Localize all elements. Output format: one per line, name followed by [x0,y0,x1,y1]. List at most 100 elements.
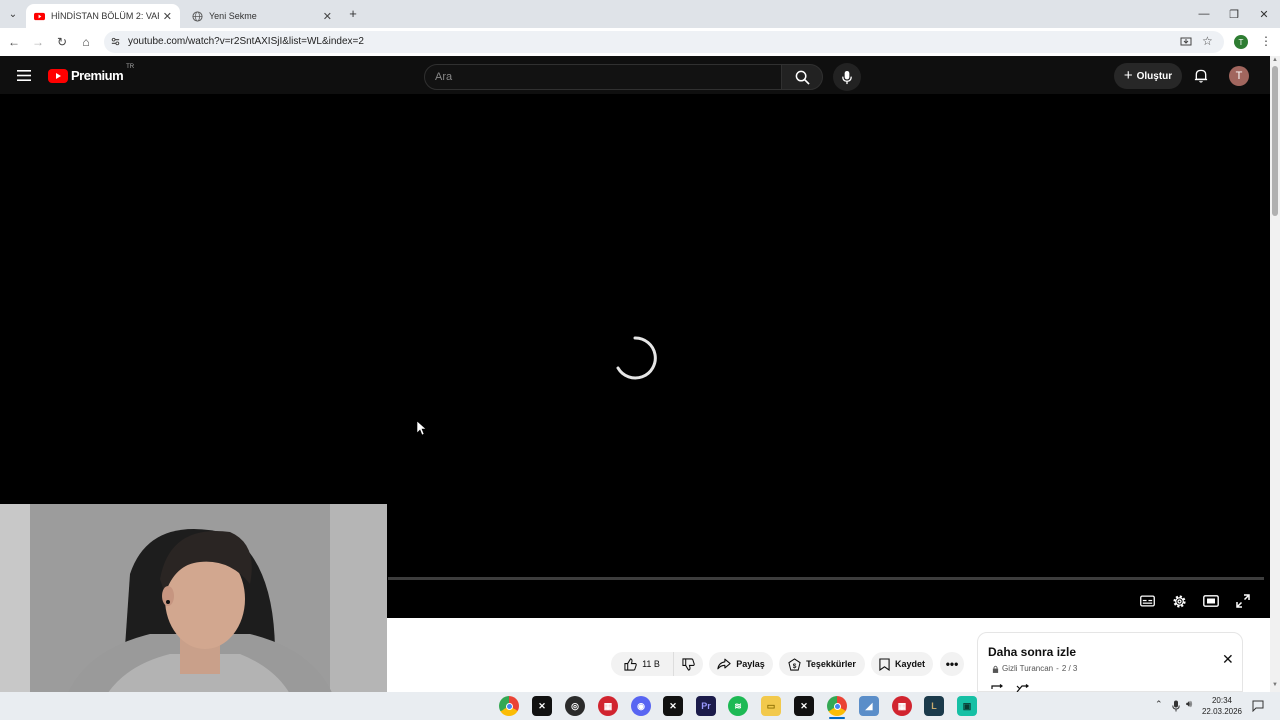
premiere-taskbar-icon[interactable]: Pr [696,696,716,716]
file-explorer-taskbar-icon[interactable]: ▭ [761,696,781,716]
tray-microphone-icon[interactable] [1172,700,1180,712]
logo-text: Premium [71,68,124,83]
search-button[interactable] [781,64,823,90]
back-icon[interactable]: ← [4,32,24,52]
video-actions-area: 11 B Paylaş $ Teşekkürler Kaydet ••• Dah… [387,618,1270,693]
tab-youtube[interactable]: HİNDİSTAN BÖLÜM 2: VARANA ✕ [26,4,180,28]
new-tab-button[interactable]: + [345,6,361,22]
webcam-person-image [0,504,387,720]
windows-taskbar: ✕ ◎ ▦ ◉ ✕ Pr ≋ ▭ ✕ ◢ ▦ L ▣ ⌃ 🔊︎ 20:34 22… [0,692,1280,720]
bookmark-star-icon[interactable]: ☆ [1202,34,1213,48]
search-placeholder: Ara [435,71,453,83]
notification-center-icon[interactable] [1252,700,1264,712]
window-close-icon[interactable]: ✕ [1248,0,1280,28]
theater-mode-icon [1203,595,1219,607]
playlist-owner[interactable]: Gizli Turancan [1002,664,1053,673]
browser-menu-icon[interactable]: ⋮ [1260,34,1272,48]
share-button[interactable]: Paylaş [709,652,773,676]
save-label: Kaydet [894,659,925,669]
taskbar-clock[interactable]: 20:34 22.03.2026 [1196,695,1248,717]
tray-overflow-icon[interactable]: ⌃ [1155,699,1163,710]
settings-button[interactable] [1168,590,1190,612]
minimize-icon[interactable]: — [1188,0,1220,28]
url-text: youtube.com/watch?v=r2SntAXISjI&list=WL&… [128,36,364,47]
obs-taskbar-icon[interactable]: ◎ [565,696,585,716]
create-label: Oluştur [1136,70,1173,82]
discord-taskbar-icon[interactable]: ◉ [631,696,651,716]
playlist-title: Daha sonra izle [988,645,1077,659]
create-button[interactable]: + Oluştur [1114,63,1182,89]
close-icon[interactable]: ✕ [323,10,332,23]
youtube-logo-icon [48,68,68,83]
close-icon[interactable]: ✕ [1222,651,1234,668]
globe-icon [192,10,203,22]
lock-icon [992,665,999,673]
site-info-icon[interactable] [110,36,121,47]
scroll-up-arrow-icon[interactable]: ▲ [1272,57,1278,63]
share-icon [717,658,731,670]
mouse-cursor-icon [417,421,426,435]
close-icon[interactable]: ✕ [163,10,172,23]
youtube-premium-logo[interactable]: Premium TR [48,64,134,83]
save-bookmark-icon [879,657,890,671]
browser-toolbar: ← → ↻ ⌂ youtube.com/watch?v=r2SntAXISjI&… [0,28,1280,56]
search-input[interactable]: Ara [424,64,782,90]
theater-mode-button[interactable] [1200,590,1222,612]
more-actions-button[interactable]: ••• [940,652,964,676]
like-button[interactable]: 11 B [611,652,673,676]
voice-search-button[interactable] [833,63,861,91]
youtube-masthead: Premium TR Ara + Oluştur T [0,56,1270,94]
spotify-taskbar-icon[interactable]: ≋ [728,696,748,716]
video-progress-bar[interactable] [388,577,1264,580]
clock-date: 22.03.2026 [1201,707,1243,716]
chrome-taskbar-icon[interactable] [499,696,519,716]
playlist-position: 2 / 3 [1061,664,1078,673]
subtitles-button[interactable] [1136,590,1158,612]
more-horizontal-icon: ••• [945,657,959,671]
tab-search-button[interactable]: ⌄ [4,6,22,22]
profile-letter: T [1238,37,1244,47]
account-avatar[interactable]: T [1229,66,1249,86]
gear-icon [1172,594,1186,608]
chrome-active-taskbar-icon[interactable] [827,696,847,716]
share-label: Paylaş [736,659,765,669]
thumbs-up-icon [624,657,637,671]
notifications-bell-icon[interactable] [1194,68,1208,83]
clock-time: 20:34 [1211,696,1233,705]
youtube-favicon-icon [34,12,45,20]
scroll-down-arrow-icon[interactable]: ▼ [1272,682,1278,688]
hamburger-menu-icon[interactable] [17,70,31,81]
microphone-icon [842,70,852,84]
thanks-button[interactable]: $ Teşekkürler [779,652,865,676]
scrollbar-thumb[interactable] [1272,66,1278,216]
active-app-indicator [829,717,845,719]
logo-region: TR [126,64,135,70]
app-blue-taskbar-icon[interactable]: ◢ [859,696,879,716]
volume-icon[interactable]: 🔊︎ [1186,699,1192,710]
install-app-icon[interactable] [1180,36,1192,48]
capcut-3-taskbar-icon[interactable]: ✕ [794,696,814,716]
tab-title: Yeni Sekme [209,11,257,21]
home-icon[interactable]: ⌂ [76,32,96,52]
dislike-button[interactable] [673,652,703,676]
restore-icon[interactable]: ❐ [1218,0,1250,28]
tab-new-tab[interactable]: Yeni Sekme ✕ [184,4,340,28]
svg-text:$: $ [793,662,797,669]
league-taskbar-icon[interactable]: L [924,696,944,716]
like-count: 11 B [642,659,660,669]
page-scrollbar[interactable]: ▲ ▼ [1270,56,1280,692]
fullscreen-button[interactable] [1232,590,1254,612]
forward-icon[interactable]: → [28,32,48,52]
reload-icon[interactable]: ↻ [52,32,72,52]
capcut-2-taskbar-icon[interactable]: ✕ [663,696,683,716]
loading-spinner-icon [616,336,657,380]
app-red-2-taskbar-icon[interactable]: ▦ [892,696,912,716]
address-bar[interactable]: youtube.com/watch?v=r2SntAXISjI&list=WL&… [104,31,1224,53]
profile-avatar[interactable]: T [1234,35,1248,49]
subtitles-icon [1139,595,1155,607]
capcut-taskbar-icon[interactable]: ✕ [532,696,552,716]
thumbs-down-icon [682,657,695,671]
save-button[interactable]: Kaydet [871,652,933,676]
app-red-taskbar-icon[interactable]: ▦ [598,696,618,716]
app-teal-taskbar-icon[interactable]: ▣ [957,696,977,716]
